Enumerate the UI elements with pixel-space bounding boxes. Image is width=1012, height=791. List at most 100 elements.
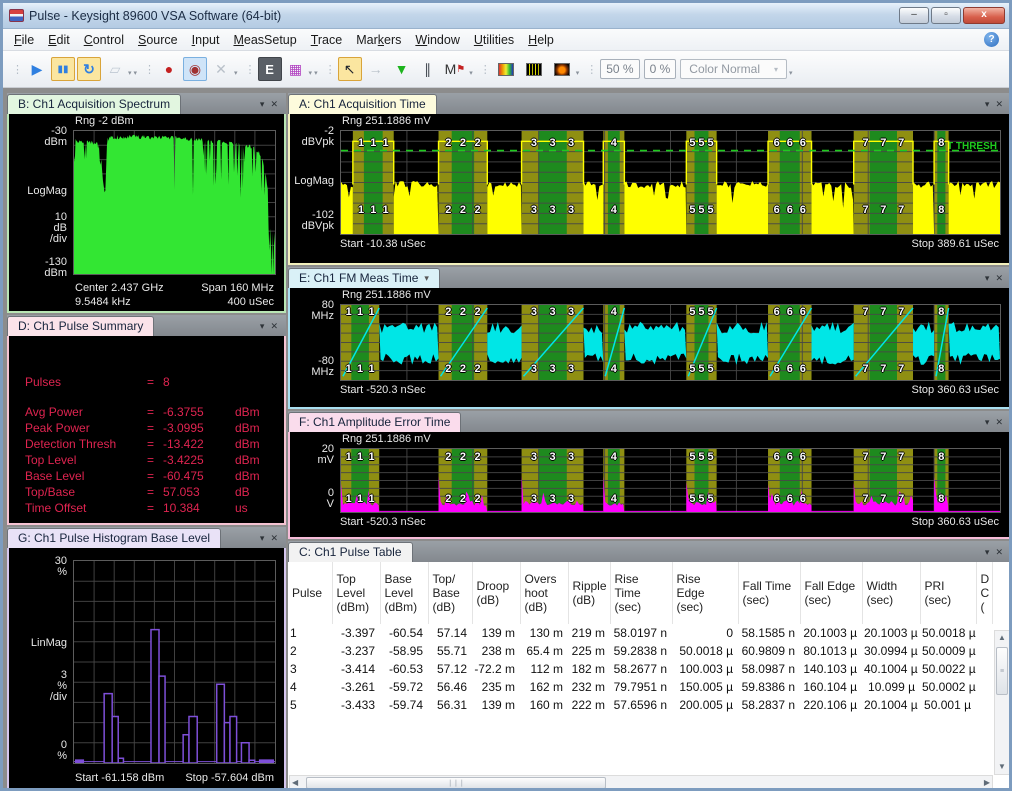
table-row[interactable]: 5-3.433-59.7456.31139 m160 m222 m57.6596… (288, 696, 992, 714)
toolbar-overflow-icon[interactable]: ▾ (234, 69, 238, 77)
spectrum-trace-icon[interactable] (521, 57, 547, 81)
column-header[interactable]: DC( (976, 562, 992, 624)
tab-dropdown-icon[interactable]: ▾ (424, 273, 429, 284)
menu-item-source[interactable]: Source (131, 31, 185, 49)
restart-icon[interactable]: ↻ (77, 57, 101, 81)
chevron-down-icon[interactable]: ▾ (985, 273, 990, 284)
column-header[interactable]: Top/Base(dB) (428, 562, 472, 624)
column-header[interactable]: PRI(sec) (920, 562, 976, 624)
menu-item-markers[interactable]: Markers (349, 31, 408, 49)
toolbar-overflow-icon[interactable]: ▾ (314, 69, 318, 77)
toolbar-overflow-icon[interactable]: ▾ (576, 69, 580, 77)
marker-icon[interactable]: M⚑ (442, 57, 469, 81)
column-header[interactable]: TopLevel(dBm) (332, 562, 380, 624)
recorder-icon[interactable]: ◉ (183, 57, 207, 81)
minimize-button[interactable]: – (899, 7, 929, 24)
plot-pulse-histogram[interactable]: 30 % LinMag 3 % /div 0 % Start -61.158 d… (9, 548, 284, 790)
tab-acquisition-spectrum[interactable]: B: Ch1 Acquisition Spectrum (7, 94, 181, 114)
restore-button[interactable]: ▫ (931, 7, 961, 24)
vertical-scrollbar[interactable]: ▲ ≡ ▼ (994, 630, 1010, 775)
menu-item-edit[interactable]: Edit (41, 31, 77, 49)
play-icon[interactable]: ▶ (25, 57, 49, 81)
chevron-down-icon[interactable]: ▾ (260, 321, 265, 332)
plot-fm-meas-time[interactable]: Rng 251.1886 mV 111111222222333333445555… (290, 288, 1009, 407)
cumulative-history-icon[interactable] (549, 57, 575, 81)
vertical-scroll-thumb[interactable]: ≡ (996, 647, 1008, 695)
toolbar-grip[interactable]: ⋮ (12, 63, 21, 76)
close-icon[interactable]: ✕ (995, 99, 1003, 110)
menu-item-utilities[interactable]: Utilities (467, 31, 521, 49)
band-marker-icon[interactable]: ∥ (416, 57, 440, 81)
zoom-percent-box[interactable]: 50 % (600, 59, 639, 79)
toolbar-grip[interactable]: ⋮ (325, 63, 334, 76)
overflow-chevron-icon[interactable]: ▾ (128, 69, 132, 77)
close-icon[interactable]: ✕ (270, 533, 278, 544)
plot-acquisition-spectrum[interactable]: Rng -2 dBm -30 dBm LogMag 10 dB /div -13… (9, 114, 284, 311)
toolbar-grip[interactable]: ⋮ (480, 63, 489, 76)
horizontal-scrollbar[interactable]: ◀ ❘❘❘ ▶ (289, 775, 993, 791)
scroll-up-icon[interactable]: ▲ (995, 631, 1009, 645)
pulse-summary-readout[interactable]: Pulses=8Avg Power=-6.3755dBmPeak Power=-… (9, 336, 284, 523)
column-header[interactable]: RiseTime(sec) (610, 562, 672, 624)
tab-acquisition-time[interactable]: A: Ch1 Acquisition Time (288, 94, 437, 114)
column-header[interactable]: Droop(dB) (472, 562, 520, 624)
menu-item-meassetup[interactable]: MeasSetup (226, 31, 303, 49)
single-sweep-icon[interactable]: ▱ (103, 57, 127, 81)
menu-item-file[interactable]: File (7, 31, 41, 49)
menu-item-window[interactable]: Window (408, 31, 466, 49)
column-header[interactable]: Fall Time(sec) (738, 562, 800, 624)
trigger-percent-box[interactable]: 0 % (644, 59, 677, 79)
spectrogram-icon[interactable] (493, 57, 519, 81)
close-icon[interactable]: ✕ (270, 321, 278, 332)
table-row[interactable]: 1-3.397-60.5457.14139 m130 m219 m58.0197… (288, 624, 992, 642)
toolbar-overflow-icon[interactable]: ▾ (469, 69, 473, 77)
menu-item-input[interactable]: Input (185, 31, 227, 49)
preset-e-icon[interactable]: E (258, 57, 282, 81)
column-header[interactable]: Width(sec) (862, 562, 920, 624)
help-icon[interactable]: ? (984, 32, 999, 47)
close-icon[interactable]: ✕ (995, 273, 1003, 284)
overflow-chevron-icon[interactable]: ▾ (309, 69, 313, 77)
toolbar-grip[interactable]: ⋮ (245, 63, 254, 76)
menu-item-control[interactable]: Control (77, 31, 131, 49)
plot-amplitude-error-time[interactable]: Rng 251.1886 mV 111111222222333333445555… (290, 432, 1009, 537)
toolbar-grip[interactable]: ⋮ (144, 63, 153, 76)
tab-amplitude-error-time[interactable]: F: Ch1 Amplitude Error Time (288, 412, 461, 432)
column-header[interactable]: RiseEdge(sec) (672, 562, 738, 624)
color-mode-select[interactable]: Color Normal▾ (680, 59, 787, 79)
select-arrow-icon[interactable]: ↖ (338, 57, 362, 81)
toolbar-overflow-icon[interactable]: ▾ (134, 69, 138, 77)
horizontal-scroll-thumb[interactable]: ❘❘❘ (306, 777, 606, 789)
move-marker-icon[interactable]: → (364, 57, 388, 81)
tab-pulse-table[interactable]: C: Ch1 Pulse Table (288, 542, 413, 562)
chevron-down-icon[interactable]: ▾ (260, 99, 265, 110)
pause-icon[interactable]: ▮▮ (51, 57, 75, 81)
tab-pulse-summary[interactable]: D: Ch1 Pulse Summary (7, 316, 154, 336)
tab-pulse-histogram[interactable]: G: Ch1 Pulse Histogram Base Level (7, 528, 221, 548)
window-titlebar[interactable]: Pulse - Keysight 89600 VSA Software (64-… (3, 3, 1009, 29)
scroll-right-icon[interactable]: ▶ (984, 776, 990, 790)
scroll-down-icon[interactable]: ▼ (995, 760, 1009, 774)
toolbar-overflow-icon[interactable]: ▾ (789, 69, 793, 77)
chevron-down-icon[interactable]: ▾ (985, 99, 990, 110)
toolbar-grip[interactable]: ⋮ (586, 63, 595, 76)
scroll-left-icon[interactable]: ◀ (292, 776, 298, 790)
menu-item-trace[interactable]: Trace (304, 31, 350, 49)
chevron-down-icon[interactable]: ▾ (985, 417, 990, 428)
table-row[interactable]: 4-3.261-59.7256.46235 m162 m232 m79.7951… (288, 678, 992, 696)
close-button[interactable]: x (963, 7, 1005, 24)
tab-fm-meas-time[interactable]: E: Ch1 FM Meas Time▾ (288, 268, 440, 288)
table-row[interactable]: 3-3.414-60.5357.12-72.2 m112 m182 m58.26… (288, 660, 992, 678)
close-icon[interactable]: ✕ (270, 99, 278, 110)
column-header[interactable]: Fall Edge(sec) (800, 562, 862, 624)
peak-search-icon[interactable]: ▼ (390, 57, 414, 81)
close-icon[interactable]: ✕ (995, 547, 1003, 558)
menu-item-help[interactable]: Help (521, 31, 561, 49)
record-icon[interactable]: ● (157, 57, 181, 81)
column-header[interactable]: BaseLevel(dBm) (380, 562, 428, 624)
calibration-icon[interactable]: ✕ (209, 57, 233, 81)
plot-acquisition-time[interactable]: Rng 251.1886 mV DET THRESH 1111112222223… (290, 114, 1009, 263)
layout-grid-icon[interactable]: ▦ (284, 57, 308, 81)
close-icon[interactable]: ✕ (995, 417, 1003, 428)
column-header[interactable]: Pulse (288, 562, 332, 624)
